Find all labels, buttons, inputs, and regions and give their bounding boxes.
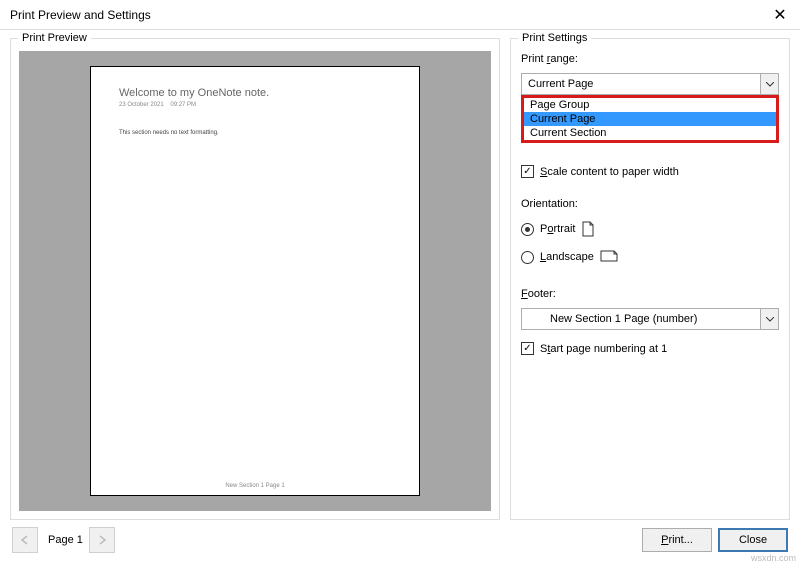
settings-group-label: Print Settings (518, 32, 591, 44)
page-time: 09:27 PM (170, 102, 196, 108)
start-numbering-label: Start page numbering at 1 (540, 343, 667, 355)
preview-group-label: Print Preview (18, 32, 91, 44)
footer-select[interactable]: New Section 1 Page (number) (521, 308, 779, 330)
dropdown-item-current-page[interactable]: Current Page (524, 112, 776, 126)
footer-label: Footer: (521, 288, 779, 300)
close-button[interactable]: Close (718, 528, 788, 552)
page-footer: New Section 1 Page 1 (91, 483, 419, 489)
portrait-label: Portrait (540, 223, 575, 235)
start-numbering-row[interactable]: ✓ Start page numbering at 1 (521, 342, 779, 355)
page-title: Welcome to my OneNote note. (119, 87, 391, 99)
preview-area: Welcome to my OneNote note. 23 October 2… (19, 51, 491, 511)
settings-panel: Print Settings Print range: Current Page… (510, 38, 790, 520)
titlebar: Print Preview and Settings ✕ (0, 0, 800, 30)
page-body: This section needs no text formatting. (119, 130, 391, 136)
arrow-left-icon (20, 535, 30, 545)
titlebar-title: Print Preview and Settings (10, 8, 760, 22)
dropdown-item-page-group[interactable]: Page Group (524, 98, 776, 112)
watermark: wsxdn.com (751, 553, 796, 563)
print-range-dropdown: Page Group Current Page Current Section (521, 95, 779, 143)
chevron-down-icon[interactable] (760, 309, 778, 329)
page-indicator: Page 1 (48, 534, 83, 546)
settings-group-box: Print range: Current Page Page Group Cur… (510, 38, 790, 520)
scale-content-row[interactable]: ✓ Scale content to paper width (521, 165, 779, 178)
close-icon[interactable]: ✕ (760, 0, 800, 30)
landscape-label: Landscape (540, 251, 594, 263)
print-range-value: Current Page (522, 78, 760, 90)
dropdown-item-current-section[interactable]: Current Section (524, 126, 776, 140)
preview-panel: Print Preview Welcome to my OneNote note… (10, 38, 500, 520)
portrait-radio[interactable] (521, 223, 534, 236)
print-range-label: Print range: (521, 53, 779, 65)
prev-page-button[interactable] (12, 527, 38, 553)
orientation-label: Orientation: (521, 198, 779, 210)
page-date: 23 October 2021 (119, 102, 164, 108)
scale-checkbox[interactable]: ✓ (521, 165, 534, 178)
chevron-down-icon[interactable] (760, 74, 778, 94)
scale-label: Scale content to paper width (540, 166, 679, 178)
landscape-radio[interactable] (521, 251, 534, 264)
preview-group-box: Welcome to my OneNote note. 23 October 2… (10, 38, 500, 520)
print-button[interactable]: Print... (642, 528, 712, 552)
print-range-dropdown-wrap: Current Page Page Group Current Page Cur… (521, 73, 779, 95)
portrait-row[interactable]: Portrait (521, 221, 779, 237)
landscape-row[interactable]: Landscape (521, 249, 779, 265)
next-page-button[interactable] (89, 527, 115, 553)
preview-page: Welcome to my OneNote note. 23 October 2… (90, 66, 420, 496)
bottom-bar: Page 1 Print... Close (0, 520, 800, 560)
start-numbering-checkbox[interactable]: ✓ (521, 342, 534, 355)
print-range-select[interactable]: Current Page (521, 73, 779, 95)
portrait-icon (581, 221, 595, 237)
page-meta: 23 October 2021 09:27 PM (119, 102, 391, 108)
arrow-right-icon (97, 535, 107, 545)
landscape-icon (600, 249, 614, 265)
dialog-body: Print Preview Welcome to my OneNote note… (0, 30, 800, 520)
footer-value: New Section 1 Page (number) (544, 313, 760, 325)
